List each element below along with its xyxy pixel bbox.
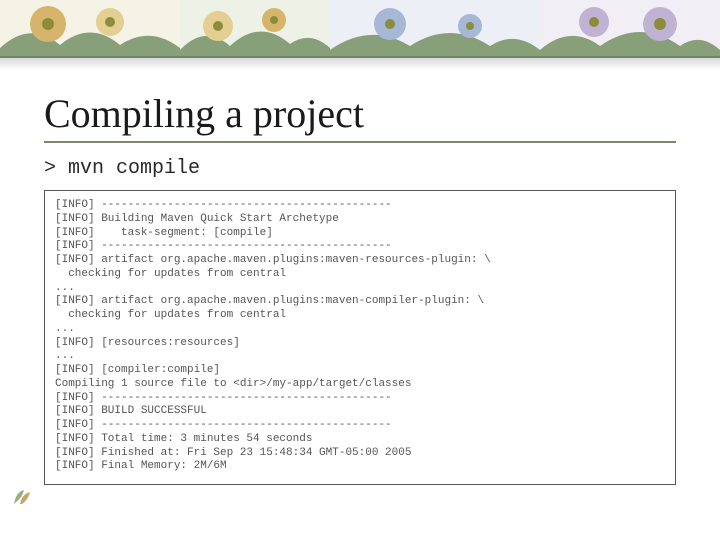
slide-title: Compiling a project (44, 90, 676, 143)
floral-icon (0, 0, 180, 58)
floral-icon (330, 0, 540, 58)
terminal-output: [INFO] ---------------------------------… (44, 190, 676, 485)
slide: Compiling a project > mvn compile [INFO]… (0, 0, 720, 540)
leaf-bullet-icon (12, 486, 32, 506)
decorative-banner (0, 0, 720, 70)
slide-content: Compiling a project > mvn compile [INFO]… (44, 90, 676, 485)
floral-icon (180, 0, 330, 58)
command-line: > mvn compile (44, 157, 676, 180)
floral-icon (540, 0, 720, 58)
